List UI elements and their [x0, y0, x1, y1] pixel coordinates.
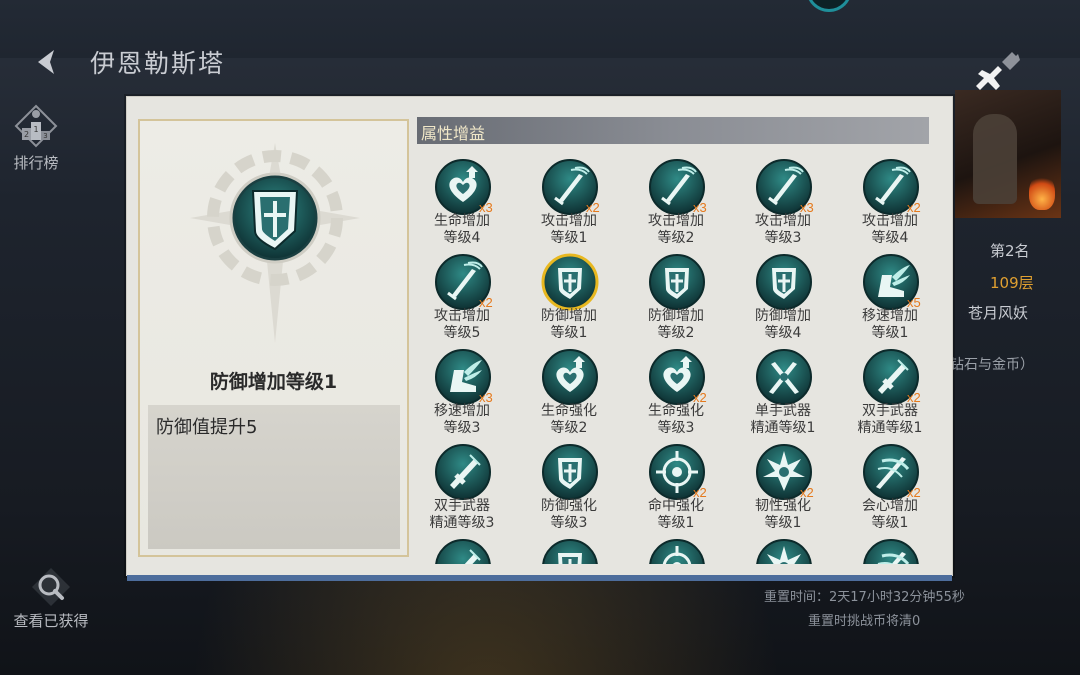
buff-cell[interactable] [730, 532, 836, 564]
shield-icon [541, 253, 599, 311]
buff-cell[interactable]: x2 双手武器 精通等级1 [837, 342, 943, 438]
buff-label: 单手武器 精通等级1 [750, 403, 816, 436]
view-owned-button[interactable]: 查看已获得 [6, 566, 96, 631]
buff-label: 防御强化 等级3 [541, 498, 597, 531]
podium-icon: 2 1 3 [14, 104, 58, 148]
buff-cell[interactable]: x2 攻击增加 等级4 [837, 152, 943, 248]
buff-cell[interactable]: x2 命中强化 等级1 [623, 437, 729, 533]
back-arrow-icon[interactable] [30, 44, 66, 80]
buff-grid[interactable]: x3 生命增加 等级4 x2 攻击增加 等级1 x3 攻击增加 等级2 x3 攻击增加 等级3… [409, 152, 949, 564]
buff-label: 双手武器 精通等级1 [857, 403, 923, 436]
buff-cell[interactable] [516, 532, 622, 564]
buff-label: 命中强化 等级1 [648, 498, 704, 531]
buff-modal: 防御增加等级1 防御值提升5 属性增益 x3 生命增加 等级4 x2 攻击增加 等级1… [126, 96, 953, 581]
menu-orb-icon[interactable] [806, 0, 852, 12]
reset-time: 重置时间：2天17小时32分钟55秒 [764, 590, 965, 605]
buff-cell[interactable]: 生命强化 等级2 [516, 342, 622, 438]
svg-text:1: 1 [33, 125, 38, 134]
greatsword-icon [435, 539, 491, 564]
buff-label: 韧性强化 等级1 [755, 498, 811, 531]
buff-cell[interactable]: x2 生命强化 等级3 [623, 342, 729, 438]
buff-cell[interactable]: 防御增加 等级2 [623, 247, 729, 343]
warrior-figure [973, 114, 1017, 204]
buff-cell[interactable] [837, 532, 943, 564]
magnifier-icon [32, 568, 70, 606]
buff-cell[interactable]: x2 会心增加 等级1 [837, 437, 943, 533]
buff-cell[interactable]: x3 移速增加 等级3 [409, 342, 515, 438]
buff-cell[interactable] [409, 532, 515, 564]
section-header: 属性增益 [417, 117, 929, 144]
close-icon[interactable] [972, 44, 1036, 108]
buff-label: 防御增加 等级2 [648, 308, 704, 341]
buff-label: 双手武器 精通等级3 [429, 498, 495, 531]
buff-cell[interactable]: x2 韧性强化 等级1 [730, 437, 836, 533]
buff-label: 攻击增加 等级4 [862, 213, 918, 246]
buff-label: 生命强化 等级3 [648, 403, 704, 436]
buff-cell[interactable]: x3 攻击增加 等级3 [730, 152, 836, 248]
player-rank: 第2名 [990, 242, 1030, 260]
buff-cell[interactable]: x2 攻击增加 等级5 [409, 247, 515, 343]
buff-description-box: 防御值提升5 [148, 405, 400, 549]
shield-icon [756, 254, 812, 310]
buff-label: 攻击增加 等级1 [541, 213, 597, 246]
buff-detail-panel: 防御增加等级1 防御值提升5 [138, 119, 409, 557]
buff-label: 防御增加 等级4 [755, 308, 811, 341]
buff-cell[interactable]: 防御增加 等级4 [730, 247, 836, 343]
buff-cell[interactable]: x2 攻击增加 等级1 [516, 152, 622, 248]
flame-icon [1029, 174, 1055, 210]
buff-cell[interactable]: 防御增加 等级1 [516, 247, 622, 343]
crossed-swords-icon [756, 349, 812, 405]
buff-label: 生命增加 等级4 [434, 213, 490, 246]
shield-icon [542, 539, 598, 564]
buff-cell[interactable]: 单手武器 精通等级1 [730, 342, 836, 438]
section-title: 属性增益 [421, 124, 486, 143]
leaderboard-label: 排行榜 [13, 154, 59, 172]
buff-label: 攻击增加 等级5 [434, 308, 490, 341]
greatsword-icon [435, 444, 491, 500]
player-floor: 109层 [990, 274, 1034, 292]
shield-icon [190, 143, 360, 343]
buff-label: 生命强化 等级2 [541, 403, 597, 436]
buff-cell[interactable]: 防御强化 等级3 [516, 437, 622, 533]
buff-label: 移速增加 等级1 [862, 308, 918, 341]
svg-text:2: 2 [24, 130, 29, 139]
buff-label: 攻击增加 等级2 [648, 213, 704, 246]
buff-detail-name: 防御增加等级1 [209, 371, 338, 393]
buff-label: 移速增加 等级3 [434, 403, 490, 436]
buff-label: 防御增加 等级1 [541, 308, 597, 341]
buff-cell[interactable]: x5 移速增加 等级1 [837, 247, 943, 343]
heart-up-icon [542, 349, 598, 405]
page-title: 伊恩勒斯塔 [90, 49, 226, 78]
buff-label: 攻击增加 等级3 [755, 213, 811, 246]
buff-cell[interactable]: 双手武器 精通等级3 [409, 437, 515, 533]
buff-cell[interactable] [623, 532, 729, 564]
player-portrait [955, 90, 1061, 218]
player-name: 苍月风妖 [968, 304, 1029, 322]
shield-icon [542, 444, 598, 500]
view-owned-label: 查看已获得 [13, 612, 89, 630]
shield-icon [649, 254, 705, 310]
reset-note: 重置时挑战币将清0 [808, 614, 921, 629]
crosshair-icon [649, 539, 705, 564]
svg-text:3: 3 [43, 132, 47, 140]
buff-description: 防御值提升5 [156, 417, 258, 438]
burst-icon [756, 539, 812, 564]
leaderboard-button[interactable]: 2 1 3 排行榜 [0, 104, 81, 173]
slash-icon [863, 539, 919, 564]
buff-label: 会心增加 等级1 [862, 498, 918, 531]
buff-cell[interactable]: x3 攻击增加 等级2 [623, 152, 729, 248]
buff-cell[interactable]: x3 生命增加 等级4 [409, 152, 515, 248]
reward-text: 钻石与金币） [950, 357, 1034, 373]
